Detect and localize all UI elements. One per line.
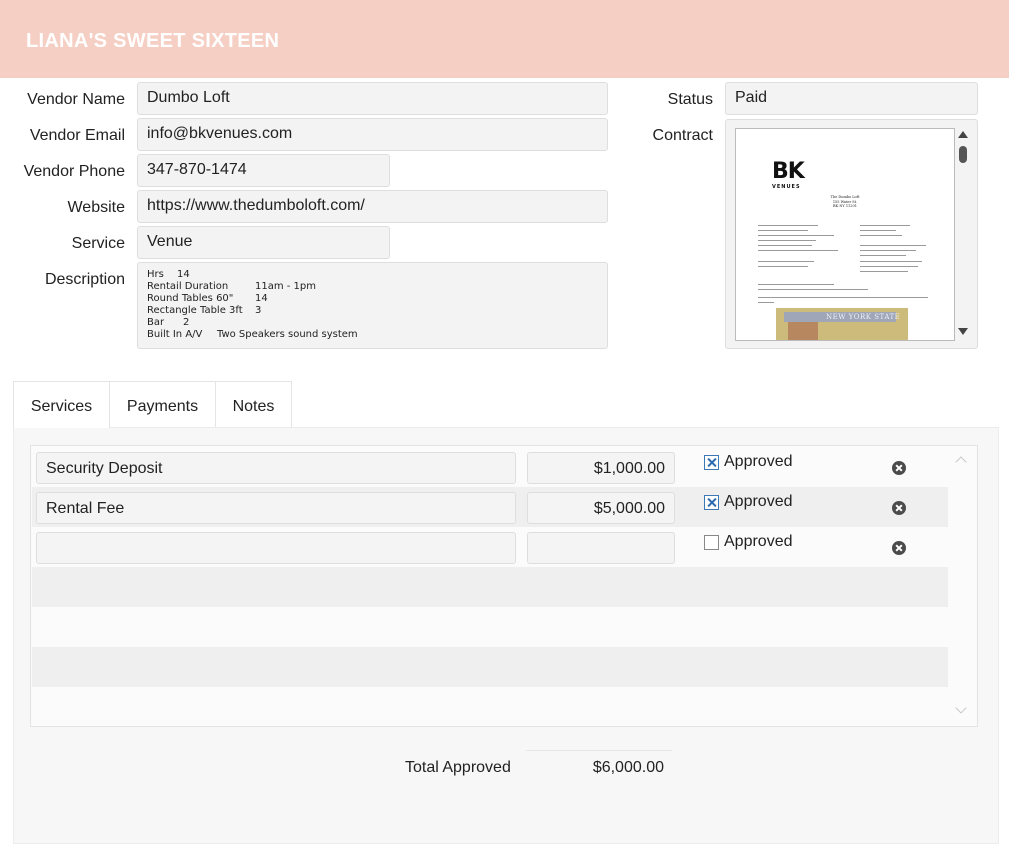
scroll-down-arrow-icon[interactable]	[958, 328, 968, 335]
service-name-input[interactable]: Security Deposit	[36, 452, 516, 484]
service-label: Service	[71, 235, 125, 252]
document-text-line	[860, 245, 926, 246]
contract-viewer[interactable]: BK VENUES The Dumbo Loft 155 Water St. B…	[725, 119, 978, 349]
document-text-line	[860, 230, 896, 231]
description-textarea[interactable]: Hrs 14 Rentail Duration 11am - 1pm Round…	[137, 262, 608, 349]
service-amount-input[interactable]: $1,000.00	[527, 452, 675, 484]
total-approved-label: Total Approved	[405, 759, 511, 776]
scroll-up-arrow-icon[interactable]	[958, 131, 968, 138]
vendor-name-label: Vendor Name	[27, 91, 125, 108]
document-text-line	[758, 240, 816, 241]
vendor-email-label: Vendor Email	[29, 127, 125, 144]
tab-notes[interactable]: Notes	[216, 381, 292, 427]
document-text-line	[860, 255, 906, 256]
table-row: Approved	[32, 527, 948, 567]
delete-row-icon[interactable]	[892, 541, 906, 555]
approved-checkbox[interactable]	[704, 455, 719, 470]
document-text-line	[758, 230, 808, 231]
approved-checkbox[interactable]	[704, 495, 719, 510]
app-header: LIANA'S SWEET SIXTEEN	[0, 0, 1009, 78]
total-divider	[526, 750, 672, 751]
document-text-line	[758, 302, 774, 303]
empty-row	[32, 567, 948, 607]
contract-label: Contract	[652, 127, 713, 144]
empty-row	[32, 607, 948, 647]
total-approved-value: $6,000.00	[592, 759, 664, 776]
document-text-line	[758, 235, 834, 236]
description-line: Rentail Duration 11am - 1pm	[147, 281, 317, 292]
page-title: LIANA'S SWEET SIXTEEN	[26, 30, 280, 52]
status-field[interactable]: Paid	[725, 82, 978, 115]
website-field[interactable]: https://www.thedumboloft.com/	[137, 190, 608, 223]
empty-row	[32, 687, 948, 727]
service-name-input[interactable]: Rental Fee	[36, 492, 516, 524]
delete-row-icon[interactable]	[892, 501, 906, 515]
venue-logo: BK	[772, 159, 805, 184]
document-text-line	[860, 261, 922, 262]
delete-row-icon[interactable]	[892, 461, 906, 475]
document-text-line	[860, 225, 910, 226]
document-text-line	[758, 297, 928, 298]
approved-label: Approved	[724, 533, 793, 550]
document-text-line	[860, 250, 916, 251]
document-text-line	[758, 266, 808, 267]
description-line: Built In A/V Two Speakers sound system	[147, 329, 358, 340]
empty-row	[32, 647, 948, 687]
status-label: Status	[667, 91, 713, 108]
description-line: Round Tables 60" 14	[147, 293, 268, 304]
description-line: Rectangle Table 3ft 3	[147, 305, 262, 316]
service-name-input[interactable]	[36, 532, 516, 564]
scrollbar-thumb[interactable]	[959, 146, 967, 163]
service-field[interactable]: Venue	[137, 226, 390, 259]
document-text-line	[758, 245, 812, 246]
vendor-name-field[interactable]: Dumbo Loft	[137, 82, 608, 115]
document-text-line	[758, 250, 838, 251]
tab-payments[interactable]: Payments	[110, 381, 216, 427]
vendor-phone-label: Vendor Phone	[23, 163, 125, 180]
license-photo-caption: NEW YORK STATE	[826, 313, 901, 321]
service-amount-input[interactable]: $5,000.00	[527, 492, 675, 524]
vendor-phone-field[interactable]: 347-870-1474	[137, 154, 390, 187]
approved-label: Approved	[724, 453, 793, 470]
tab-services[interactable]: Services	[13, 381, 110, 428]
document-text-line	[860, 266, 918, 267]
document-text-line	[860, 235, 902, 236]
description-line: Hrs 14	[147, 269, 190, 280]
approved-label: Approved	[724, 493, 793, 510]
document-text-line	[758, 284, 834, 285]
grid-scroll-up-icon[interactable]	[955, 456, 967, 468]
service-amount-input[interactable]	[527, 532, 675, 564]
venue-logo-subtitle: VENUES	[772, 184, 801, 190]
description-label: Description	[44, 271, 125, 288]
table-row: Rental Fee $5,000.00 Approved	[32, 487, 948, 527]
description-line: Bar 2	[147, 317, 190, 328]
approved-checkbox[interactable]	[704, 535, 719, 550]
grid-scroll-down-icon[interactable]	[955, 702, 967, 714]
document-text-line	[758, 289, 868, 290]
document-text-line	[758, 225, 818, 226]
document-text-line	[860, 271, 908, 272]
table-row: Security Deposit $1,000.00 Approved	[32, 447, 948, 487]
vendor-email-field[interactable]: info@bkvenues.com	[137, 118, 608, 151]
contract-document-preview: BK VENUES The Dumbo Loft 155 Water St. B…	[735, 128, 955, 341]
license-photo: NEW YORK STATE	[776, 308, 908, 340]
document-address: The Dumbo Loft 155 Water St. BK NY 11201	[830, 195, 860, 208]
services-grid: Security Deposit $1,000.00 Approved Rent…	[30, 445, 978, 727]
website-label: Website	[67, 199, 125, 216]
document-text-line	[758, 261, 814, 262]
